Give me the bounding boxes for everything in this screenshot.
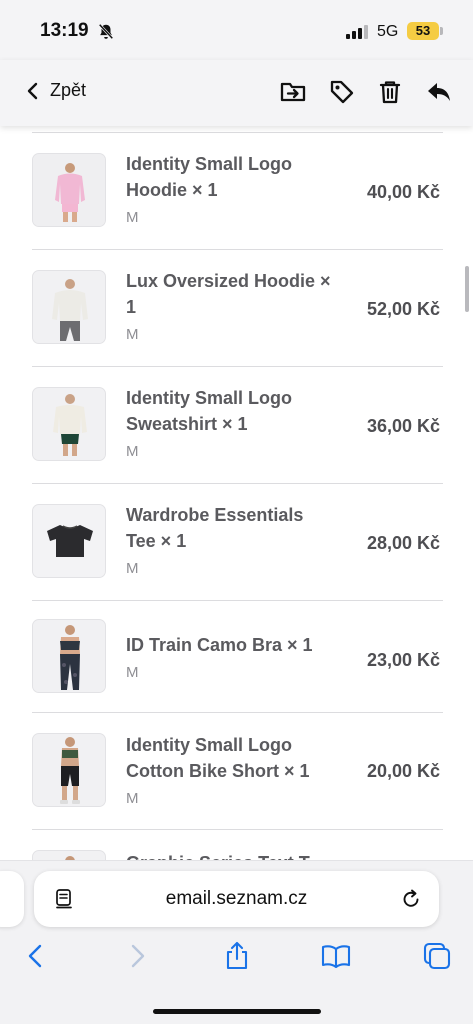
list-item: Identity Small Logo Cotton Bike Short × … [0, 712, 473, 829]
chevron-left-icon [27, 82, 38, 99]
address-bar[interactable]: email.seznam.cz [34, 871, 439, 927]
trash-icon[interactable] [376, 78, 404, 106]
home-indicator[interactable] [153, 1009, 321, 1014]
item-size: M [126, 443, 139, 460]
list-item: Lux Oversized Hoodie × 1 M 52,00 Kč [0, 249, 473, 366]
item-size: M [126, 326, 139, 343]
bookmarks-icon[interactable] [321, 941, 351, 971]
back-button[interactable]: Zpět [26, 80, 86, 101]
product-image [32, 619, 106, 693]
battery-tip [440, 27, 443, 35]
status-bar: 13:19 5G 53 [0, 0, 473, 60]
item-name: Identity Small Logo Hoodie × 1 [126, 154, 293, 200]
item-name: ID Train Camo Bra × 1 [126, 635, 313, 655]
sweatshirt-image [33, 388, 105, 460]
product-image [32, 504, 106, 578]
item-price: 28,00 Kč [366, 533, 440, 553]
white-hoodie-image [33, 271, 105, 343]
signal-icon [346, 25, 368, 39]
url-text: email.seznam.cz [165, 888, 308, 909]
item-name: Wardrobe Essentials Tee × 1 [126, 505, 304, 551]
item-price: 20,00 Kč [366, 761, 440, 781]
network-type: 5G [377, 23, 399, 40]
list-item: Wardrobe Essentials Tee × 1 M 28,00 Kč [0, 483, 473, 600]
camo-bra-image [33, 620, 105, 692]
product-image [32, 387, 106, 461]
item-size: M [126, 790, 139, 807]
browser-toolbar: email.seznam.cz [0, 860, 473, 1024]
list-item: Identity Small Logo Sweatshirt × 1 M 36,… [0, 366, 473, 483]
tag-icon[interactable] [328, 78, 356, 106]
product-image [32, 153, 106, 227]
bike-short-image [33, 734, 105, 806]
product-image [32, 270, 106, 344]
reply-icon[interactable] [425, 78, 453, 106]
list-item: Identity Small Logo Hoodie × 1 M 40,00 K… [0, 132, 473, 249]
item-price: 23,00 Kč [366, 650, 440, 670]
item-price: 52,00 Kč [366, 299, 440, 319]
battery-icon: 53 [407, 22, 439, 40]
reload-icon[interactable] [399, 887, 423, 911]
product-image [32, 733, 106, 807]
back-icon[interactable] [21, 941, 51, 971]
item-size: M [126, 209, 139, 226]
bell-off-icon [98, 23, 114, 40]
back-label: Zpět [50, 80, 87, 100]
scroll-indicator[interactable] [465, 266, 469, 312]
item-price: 36,00 Kč [366, 416, 440, 436]
item-price: 40,00 Kč [366, 182, 440, 202]
black-tee-image [33, 505, 105, 577]
move-to-folder-icon[interactable] [279, 78, 307, 106]
email-toolbar: Zpět [0, 60, 473, 126]
tabs-icon[interactable] [422, 941, 452, 971]
item-name: Lux Oversized Hoodie × 1 [126, 271, 331, 317]
item-size: M [126, 560, 139, 577]
forward-icon[interactable] [122, 941, 152, 971]
item-name: Identity Small Logo Sweatshirt × 1 [126, 388, 293, 434]
pink-hoodie-image [33, 154, 105, 226]
item-name: Identity Small Logo Cotton Bike Short × … [126, 735, 310, 781]
share-icon[interactable] [222, 941, 252, 971]
battery-level: 53 [415, 23, 431, 38]
email-body[interactable]: Identity Small Logo Hoodie × 1 M 40,00 K… [0, 126, 473, 866]
item-size: M [126, 664, 139, 681]
previous-tab-preview[interactable] [0, 871, 24, 927]
list-item: ID Train Camo Bra × 1 M 23,00 Kč [0, 600, 473, 712]
status-time: 13:19 [40, 20, 89, 41]
